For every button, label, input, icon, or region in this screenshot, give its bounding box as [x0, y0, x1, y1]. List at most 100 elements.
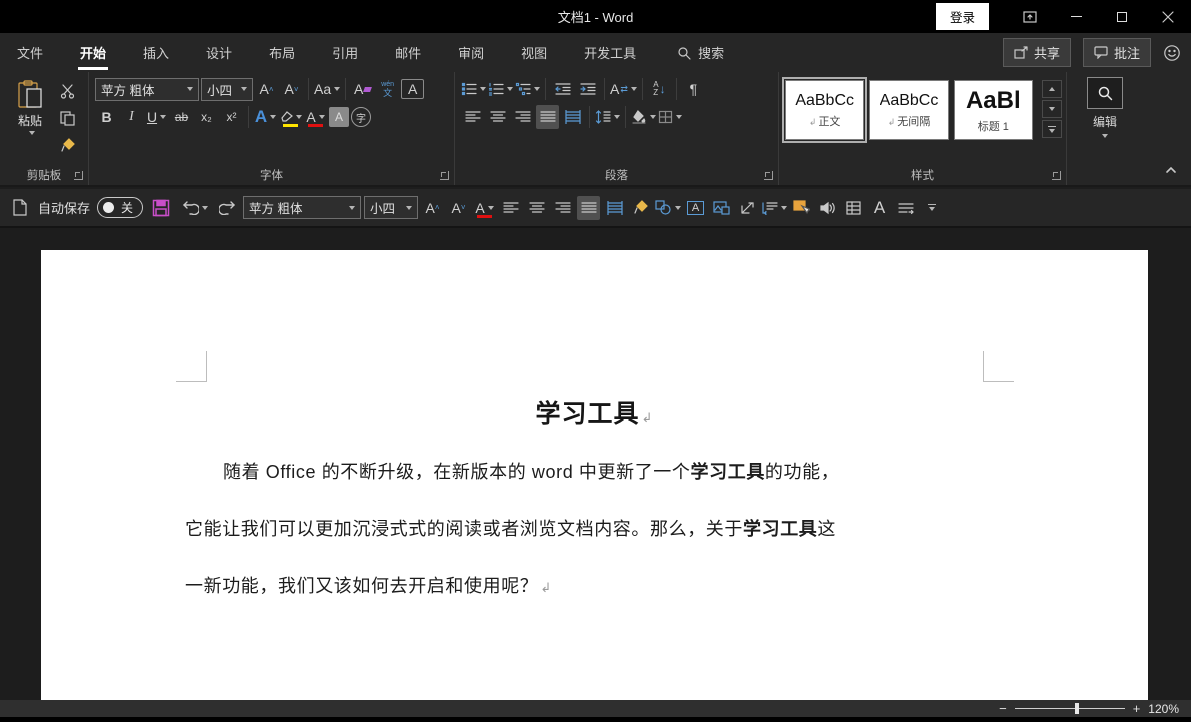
- sign-in-button[interactable]: 登录: [935, 3, 989, 30]
- zoom-in-button[interactable]: +: [1133, 702, 1141, 715]
- tab-design[interactable]: 设计: [204, 37, 234, 68]
- qat-picture-button[interactable]: [710, 196, 733, 220]
- qat-font-name-dropdown[interactable]: 苹方 粗体: [243, 196, 362, 219]
- paste-button[interactable]: 粘贴: [6, 77, 54, 165]
- subscript-button[interactable]: x₂: [195, 105, 218, 129]
- paragraph-dialog-launcher[interactable]: [764, 171, 773, 180]
- show-hide-marks-button[interactable]: ¶: [682, 77, 705, 101]
- undo-button[interactable]: [179, 196, 211, 220]
- tab-view[interactable]: 视图: [519, 37, 549, 68]
- tab-developer[interactable]: 开发工具: [582, 37, 638, 68]
- underline-button[interactable]: U: [145, 105, 168, 129]
- phonetic-guide-button[interactable]: wén 文: [376, 77, 399, 101]
- format-painter-button[interactable]: [56, 133, 79, 157]
- borders-button[interactable]: [658, 105, 682, 129]
- increase-indent-button[interactable]: [576, 77, 599, 101]
- tab-references[interactable]: 引用: [330, 37, 360, 68]
- close-button[interactable]: [1145, 0, 1191, 33]
- styles-scroll-down[interactable]: [1041, 100, 1062, 118]
- decrease-indent-button[interactable]: [551, 77, 574, 101]
- change-case-button[interactable]: Aa: [314, 77, 341, 101]
- zoom-slider-thumb[interactable]: [1074, 703, 1079, 714]
- qat-table-button[interactable]: [842, 196, 865, 220]
- strikethrough-button[interactable]: ab: [170, 105, 193, 129]
- bullets-button[interactable]: [461, 77, 486, 101]
- zoom-out-button[interactable]: −: [999, 702, 1007, 715]
- style-heading1[interactable]: AaBl 标题 1: [953, 80, 1033, 140]
- qat-shrink-font-button[interactable]: A ˅: [447, 196, 470, 220]
- redo-button[interactable]: [214, 196, 240, 220]
- text-effects-button[interactable]: A: [254, 105, 277, 129]
- qat-rotate-button[interactable]: [736, 196, 759, 220]
- line-spacing-button[interactable]: [595, 105, 620, 129]
- zoom-slider[interactable]: [1014, 703, 1125, 714]
- feedback-smiley-icon[interactable]: [1163, 44, 1181, 62]
- tab-file[interactable]: 文件: [15, 37, 45, 68]
- qat-paragraph-layout-button[interactable]: [762, 196, 788, 220]
- qat-grow-font-button[interactable]: A ˄: [421, 196, 444, 220]
- qat-format-painter-button[interactable]: [629, 196, 652, 220]
- paragraph-line-1[interactable]: 随着 Office 的不断升级，在新版本的 word 中更新了一个学习工具的功能…: [185, 458, 1005, 484]
- share-button[interactable]: 共享: [1002, 38, 1071, 67]
- tab-layout[interactable]: 布局: [267, 37, 297, 68]
- highlight-color-button[interactable]: [279, 105, 302, 129]
- tab-mailings[interactable]: 邮件: [393, 37, 423, 68]
- align-center-button[interactable]: [486, 105, 509, 129]
- editing-button[interactable]: 编辑: [1087, 77, 1123, 185]
- superscript-button[interactable]: x²: [220, 105, 243, 129]
- qat-more-commands-button[interactable]: [920, 196, 943, 220]
- paragraph-line-2[interactable]: 它能让我们可以更加沉浸式式的阅读或者浏览文档内容。那么，关于学习工具这: [185, 515, 1005, 541]
- shrink-font-button[interactable]: A ˅: [280, 77, 303, 101]
- justify-button[interactable]: [536, 105, 559, 129]
- align-right-button[interactable]: [511, 105, 534, 129]
- qat-read-aloud-button[interactable]: [816, 196, 839, 220]
- qat-align-left-button[interactable]: [499, 196, 522, 220]
- qat-shapes-button[interactable]: [655, 196, 682, 220]
- styles-dialog-launcher[interactable]: [1052, 171, 1061, 180]
- paragraph-line-3[interactable]: 一新功能，我们又该如何去开启和使用呢？ ↲: [185, 572, 1005, 598]
- font-size-dropdown[interactable]: 小四: [201, 77, 253, 101]
- cut-button[interactable]: [56, 79, 79, 103]
- qat-align-right-button[interactable]: [551, 196, 574, 220]
- zoom-level[interactable]: 120%: [1148, 702, 1179, 716]
- character-shading-button[interactable]: A: [329, 107, 349, 127]
- character-border-button[interactable]: A: [401, 79, 425, 99]
- font-color-button[interactable]: A: [304, 105, 327, 129]
- tab-insert[interactable]: 插入: [141, 37, 171, 68]
- qat-text-box-button[interactable]: A: [684, 196, 707, 220]
- ribbon-display-options-button[interactable]: [1007, 0, 1053, 33]
- clear-formatting-button[interactable]: A: [351, 77, 374, 101]
- shading-button[interactable]: [631, 105, 656, 129]
- document-heading[interactable]: 学习工具 ↲: [41, 394, 1148, 430]
- minimize-button[interactable]: [1053, 0, 1099, 33]
- enclose-characters-button[interactable]: 字: [351, 107, 371, 127]
- qat-font-button[interactable]: A: [868, 196, 891, 220]
- qat-select-objects-button[interactable]: [790, 196, 813, 220]
- style-normal[interactable]: AaBbCc ↲ 正文: [781, 77, 868, 143]
- qat-text-direction-button[interactable]: [894, 196, 917, 220]
- new-document-button[interactable]: [8, 196, 31, 220]
- asian-layout-button[interactable]: A ⇄: [610, 77, 637, 101]
- autosave-toggle[interactable]: 关: [97, 197, 144, 218]
- maximize-button[interactable]: [1099, 0, 1145, 33]
- style-no-spacing[interactable]: AaBbCc ↲ 无间隔: [869, 80, 949, 140]
- bold-button[interactable]: B: [95, 105, 118, 129]
- font-dialog-launcher[interactable]: [440, 171, 449, 180]
- search-box[interactable]: 搜索: [677, 43, 724, 62]
- styles-scroll-up[interactable]: [1041, 80, 1062, 98]
- qat-distribute-button[interactable]: [603, 196, 626, 220]
- collapse-ribbon-button[interactable]: [1165, 161, 1177, 179]
- comments-button[interactable]: 批注: [1082, 38, 1151, 67]
- styles-more-button[interactable]: [1041, 120, 1062, 138]
- tab-review[interactable]: 审阅: [456, 37, 486, 68]
- document-page[interactable]: 学习工具 ↲ 随着 Office 的不断升级，在新版本的 word 中更新了一个学…: [41, 250, 1148, 700]
- copy-button[interactable]: [56, 106, 79, 130]
- save-button[interactable]: [146, 196, 176, 220]
- tab-home[interactable]: 开始: [78, 37, 109, 70]
- font-name-dropdown[interactable]: 苹方 粗体: [95, 77, 199, 101]
- qat-justify-button[interactable]: [577, 195, 601, 220]
- numbering-button[interactable]: [488, 77, 513, 101]
- qat-font-color-button[interactable]: A: [473, 196, 496, 220]
- grow-font-button[interactable]: A ˄: [255, 77, 278, 101]
- distribute-button[interactable]: [561, 105, 584, 129]
